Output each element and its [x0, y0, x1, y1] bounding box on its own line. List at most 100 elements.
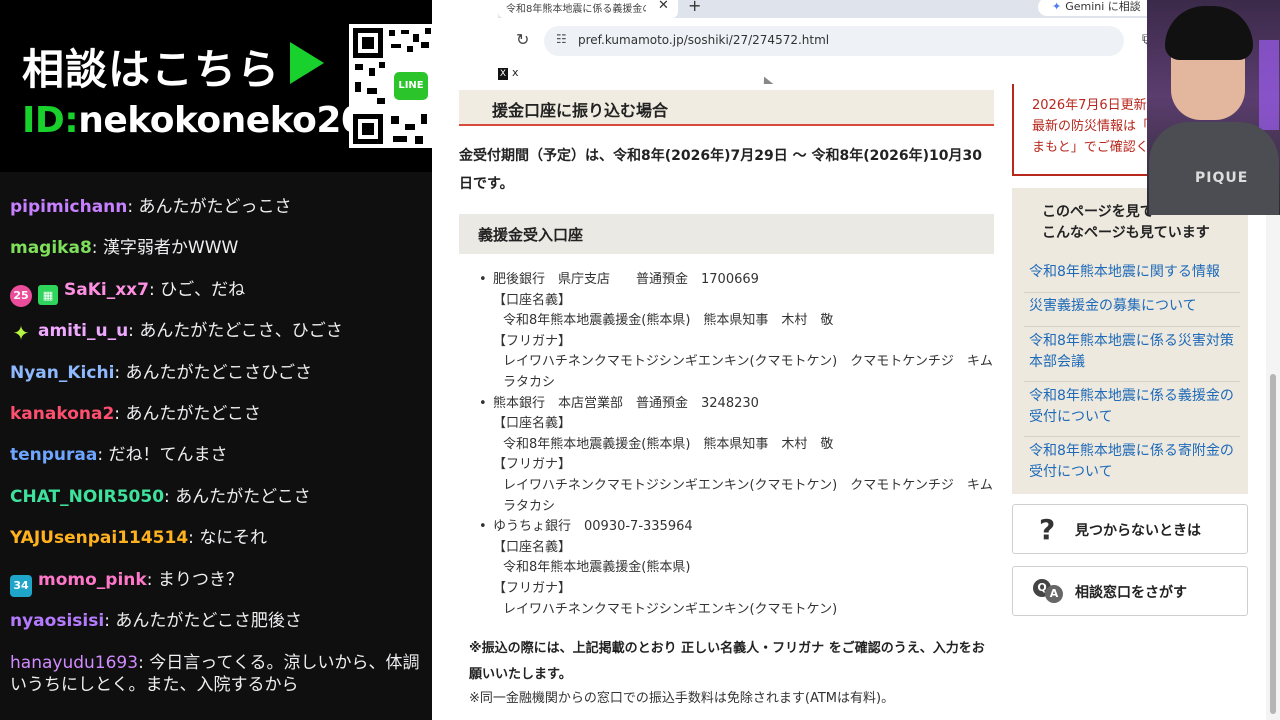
streamer-hair	[1165, 6, 1253, 60]
chat-username[interactable]: kanakona2	[10, 404, 114, 424]
chat-text: あんたがたどこさ肥後さ	[115, 611, 302, 631]
chat-username[interactable]: YAJUsenpai114514	[10, 528, 188, 548]
related-link[interactable]: 令和8年熊本地震に係る義援金の受付について	[1029, 386, 1237, 428]
fee-note: ※同一金融機関からの窓口での振込手数料は免除されます(ATMは有料)。	[469, 691, 895, 706]
gemini-button[interactable]: ✦ Gemini に相談	[1038, 0, 1155, 16]
gift-badge-icon[interactable]: ▦	[38, 284, 58, 305]
chat-text: あんたがたどっこさ	[138, 197, 292, 217]
list-item: 熊本銀行 本店営業部 普通預金 3248230 【口座名義】 令和8年熊本地震義…	[477, 394, 997, 518]
related-link[interactable]: 令和8年熊本地震に係る寄附金の受付について	[1029, 441, 1237, 483]
bank-line: 熊本銀行 本店営業部 普通預金 3248230	[493, 395, 759, 411]
bank-line: ゆうちょ銀行 00930-7-335964	[493, 519, 693, 535]
close-tab-icon[interactable]: ✕	[658, 0, 669, 13]
chat-message: nyaosisisi: あんたがたどこさ肥後さ	[10, 610, 426, 632]
chat-username[interactable]: pipimichann	[10, 197, 127, 217]
help-label: 見つからないときは	[1075, 523, 1201, 539]
gem-badge-icon[interactable]: ✦	[10, 322, 32, 344]
background-light	[1259, 40, 1279, 130]
chat-separator: :	[114, 404, 126, 424]
list-item: 肥後銀行 県庁支店 普通預金 1700669 【口座名義】 令和8年熊本地震義援…	[477, 270, 997, 394]
chat-username[interactable]: hanayudu1693	[10, 653, 138, 673]
chat-separator: :	[146, 569, 158, 590]
chat-text: だね！てんまさ	[108, 445, 228, 466]
chat-text: ひご、だね	[160, 279, 246, 300]
kana-value: レイワハチネンクマモトジシンギエンキン(クマモトケン) クマモトケンチジ キムラ…	[503, 354, 993, 390]
divider	[1024, 292, 1240, 293]
chat-username[interactable]: Nyan_Kichi	[10, 363, 114, 383]
name-label: 【口座名義】	[493, 292, 572, 308]
kana-label: 【フリガナ】	[493, 580, 572, 596]
bookmark-x[interactable]: Xx	[498, 66, 519, 80]
chat-message: kanakona2: あんたがたどこさ	[10, 403, 426, 425]
scroll-thumb[interactable]	[1270, 374, 1276, 714]
chat-username[interactable]: tenpuraa	[10, 445, 97, 465]
new-tab-button[interactable]: +	[688, 0, 701, 15]
chat-message: YAJUsenpai114514: なにそれ	[10, 527, 426, 549]
chat-username[interactable]: SaKi_xx7	[64, 280, 149, 300]
related-pages: このページを見て こんなページも見ています 令和8年熊本地震に関する情報 災害義…	[1012, 188, 1248, 494]
chat-message: 34 momo_pink: まりつき？	[10, 569, 426, 597]
chat-text: なにそれ	[199, 528, 267, 549]
related-title-line: こんなページも見ています	[1042, 225, 1210, 241]
shirt-print: PIQUE	[1195, 170, 1249, 186]
reload-icon[interactable]: ↻	[516, 30, 529, 49]
x-logo-icon: X	[498, 68, 508, 80]
period-line-2: 日です。	[459, 176, 514, 192]
chat-text: 漢字弱者かWWW	[102, 238, 239, 259]
id-prefix: ID:	[22, 100, 79, 141]
chat-text: 今日言ってくる。涼しいから、体調	[149, 653, 420, 673]
subscriber-badge-icon[interactable]: 34	[10, 574, 32, 597]
section-heading: 援金口座に振り込む場合	[459, 90, 994, 126]
chat-username[interactable]: magika8	[10, 238, 92, 258]
chat-username[interactable]: CHAT_NOIR5050	[10, 487, 164, 507]
streamer-body	[1149, 122, 1279, 215]
name-value: 令和8年熊本地震義援金(熊本県) 熊本県知事 木村 敬	[503, 436, 834, 452]
chat-username[interactable]: amiti_u_u	[38, 321, 128, 341]
related-link[interactable]: 令和8年熊本地震に関する情報	[1029, 262, 1237, 283]
list-item: ゆうちょ銀行 00930-7-335964 【口座名義】 令和8年熊本地震義援金…	[477, 517, 997, 620]
account-heading-text: 義援金受入口座	[478, 226, 584, 244]
bookmark-x-label: x	[512, 66, 519, 79]
update-line: 2026年7月6日更新	[1032, 98, 1147, 113]
stream-banner: 相談はこちら ID:nekokoneko2018 LINE	[0, 0, 498, 172]
chat-message: Nyan_Kichi: あんたがたどこさひごさ	[10, 362, 426, 384]
gemini-label: Gemini に相談	[1065, 0, 1141, 13]
chat-separator: :	[138, 653, 150, 673]
section-heading-text: 援金口座に振り込む場合	[492, 101, 669, 120]
consult-label: 相談窓口をさがす	[1075, 585, 1187, 601]
kana-value: レイワハチネンクマモトジシンギエンキン(クマモトケン) クマモトケンチジ キムラ…	[503, 477, 993, 514]
gemini-sparkle-icon: ✦	[1052, 0, 1062, 13]
account-heading: 義援金受入口座	[459, 214, 994, 254]
kana-label: 【フリガナ】	[493, 333, 572, 349]
tab-active[interactable]: 令和8年熊本地震に係る義援金の ✕	[498, 0, 678, 18]
chat-panel: pipimichann: あんたがたどっこさ magika8: 漢字弱者かWWW 2…	[0, 172, 432, 720]
chat-username[interactable]: momo_pink	[38, 570, 147, 590]
chat-text: あんたがたどこさ	[125, 404, 261, 424]
chat-text: まりつき？	[157, 569, 244, 590]
site-info-icon[interactable]: ☷	[556, 32, 567, 46]
consult-button[interactable]: QA 相談窓口をさがす	[1012, 566, 1248, 616]
divider	[1024, 436, 1240, 437]
divider	[1024, 381, 1240, 382]
address-bar[interactable]: ☷ pref.kumamoto.jp/soshiki/27/274572.htm…	[544, 26, 1158, 56]
qa-bubble-icon: QA	[1033, 579, 1067, 603]
name-value: 令和8年熊本地震義援金(熊本県)	[503, 560, 691, 576]
chat-separator: :	[97, 445, 109, 466]
chat-message: hanayudu1693: 今日言ってくる。涼しいから、体調 いうちにしとく。また…	[10, 652, 432, 696]
help-button[interactable]: ? 見つからないときは	[1012, 504, 1248, 554]
chat-message: pipimichann: あんたがたどっこさ	[10, 196, 426, 218]
related-link[interactable]: 令和8年熊本地震に係る災害対策本部会議	[1029, 331, 1237, 373]
chat-username[interactable]: nyaosisisi	[10, 611, 104, 631]
account-list: 肥後銀行 県庁支店 普通預金 1700669 【口座名義】 令和8年熊本地震義援…	[477, 270, 997, 620]
line-logo-icon: LINE	[391, 69, 431, 103]
subscriber-badge-icon[interactable]: 25	[10, 284, 32, 307]
related-link[interactable]: 災害義援金の募集について	[1029, 296, 1237, 317]
update-line: まもと」でご確認く	[1032, 140, 1149, 155]
banner-title: 相談はこちら	[22, 45, 281, 94]
chat-separator: :	[127, 197, 139, 217]
name-label: 【口座名義】	[493, 539, 572, 555]
webcam-overlay: PIQUE	[1147, 0, 1280, 215]
name-value: 令和8年熊本地震義援金(熊本県) 熊本県知事 木村 敬	[503, 313, 834, 329]
update-line[interactable]: 最新の防災情報は「	[1032, 115, 1149, 134]
reception-period: 金受付期間（予定）は、令和8年(2026年)7月29日 ～ 令和8年(2026年…	[459, 142, 994, 198]
